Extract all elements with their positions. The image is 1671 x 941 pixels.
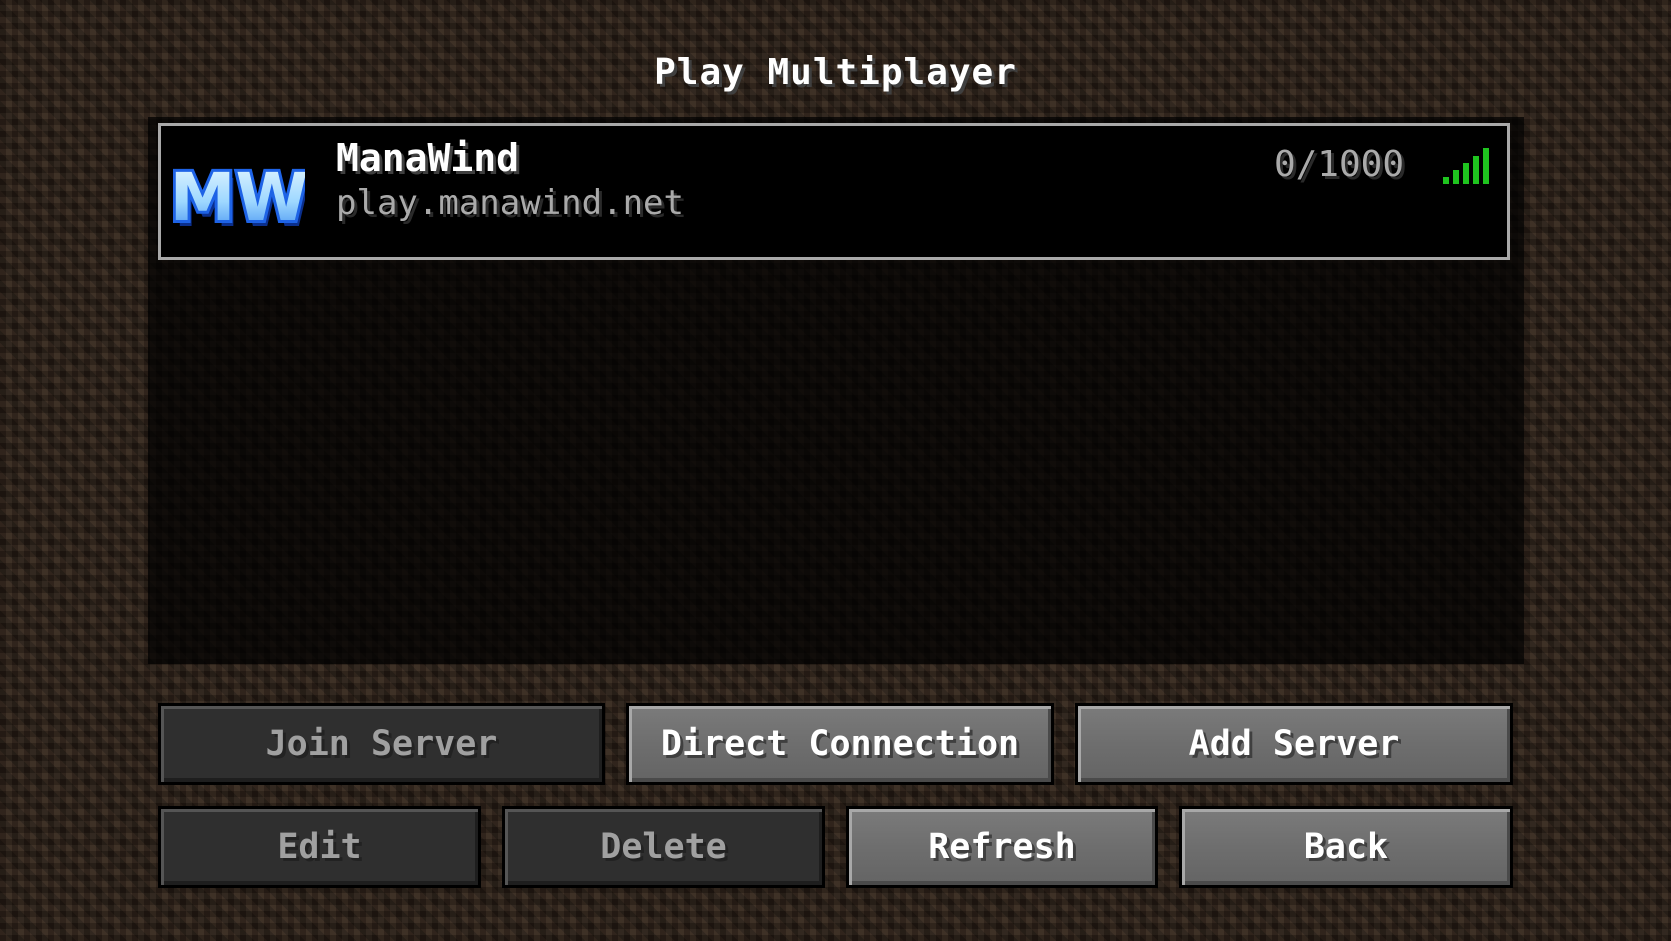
svg-text:MW: MW	[173, 159, 305, 236]
server-list-item[interactable]: MW MW MW ManaWind play.manawind.net 0/10…	[158, 123, 1510, 260]
signal-bar	[1473, 156, 1479, 184]
signal-bar	[1463, 163, 1469, 184]
manawind-logo-icon: MW MW MW	[173, 156, 305, 242]
add-server-button[interactable]: Add Server	[1075, 703, 1513, 785]
player-count: 0/1000	[1273, 144, 1404, 185]
signal-bar	[1483, 148, 1489, 184]
server-name: ManaWind	[336, 136, 520, 180]
back-button[interactable]: Back	[1179, 806, 1513, 888]
edit-button[interactable]: Edit	[158, 806, 481, 888]
join-server-button[interactable]: Join Server	[158, 703, 605, 785]
refresh-button[interactable]: Refresh	[846, 806, 1158, 888]
delete-button[interactable]: Delete	[502, 806, 825, 888]
signal-bar	[1443, 177, 1449, 184]
server-address: play.manawind.net	[336, 183, 684, 223]
page-title: Play Multiplayer	[654, 52, 1017, 93]
direct-connection-button[interactable]: Direct Connection	[626, 703, 1054, 785]
signal-bar	[1453, 170, 1459, 184]
signal-strength-icon	[1443, 148, 1489, 184]
